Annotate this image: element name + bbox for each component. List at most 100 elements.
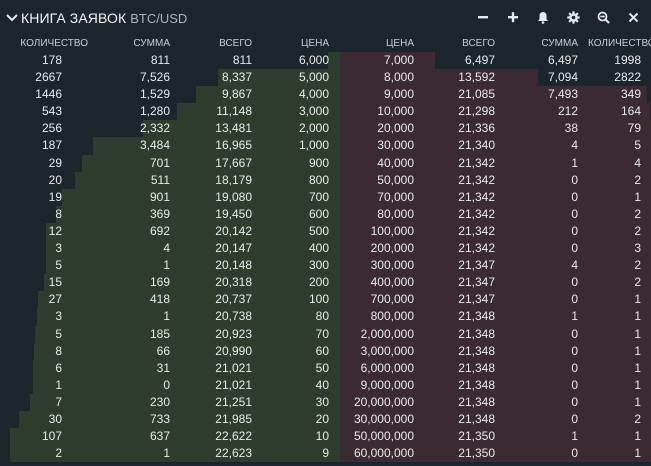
ask-qty-cell: 1998 (614, 53, 641, 67)
bid-depth-bar (328, 52, 340, 70)
order-row[interactable]: 8 66 20,990 60 3,000,000 21,348 0 1 (0, 342, 651, 360)
order-row[interactable]: 2 1 22,623 9 60,000,000 21,350 0 1 (0, 445, 651, 463)
bid-sum-cell: 811 (150, 53, 170, 67)
ask-sum-cell: 4 (571, 258, 578, 273)
bid-qty-cell: 187 (41, 138, 62, 153)
bid-price-cell: 400 (308, 241, 329, 256)
ask-total-cell: 21,348 (458, 360, 495, 375)
ask-total-cell: 21,342 (458, 206, 495, 221)
bid-total-cell: 19,080 (215, 189, 252, 204)
order-row[interactable]: 5 185 20,923 70 2,000,000 21,348 0 1 (0, 325, 651, 343)
ask-qty-cell: 1 (634, 360, 641, 375)
order-row[interactable]: 256 2,332 13,481 2,000 20,000 21,336 38 79 (0, 120, 651, 138)
order-row[interactable]: 543 1,280 11,148 3,000 10,000 21,298 212 164 (0, 103, 651, 121)
bid-qty-cell: 107 (41, 429, 62, 444)
ask-price-cell: 400,000 (370, 275, 414, 290)
ask-qty-cell: 1 (634, 309, 641, 324)
bid-sum-cell: 692 (149, 223, 170, 238)
order-row[interactable]: 178 811 811 6,000 7,000 6,497 6,497 1998 (0, 52, 651, 70)
order-row[interactable]: 3 1 20,738 80 800,000 21,348 1 1 (0, 308, 651, 326)
bid-total-cell: 20,147 (215, 241, 252, 256)
ask-sum-cell: 0 (571, 189, 578, 204)
bid-price-cell: 300 (308, 258, 329, 273)
close-icon[interactable] (625, 9, 641, 25)
plus-icon[interactable] (505, 9, 521, 25)
ask-price-cell: 2,000,000 (360, 326, 414, 341)
order-rows: 178 811 811 6,000 7,000 6,497 6,497 1998 2667 7,5… (0, 52, 651, 463)
ask-sum-cell: 1 (571, 429, 578, 444)
ask-qty-cell: 1 (634, 343, 641, 358)
ask-price-cell: 20,000,000 (353, 394, 414, 409)
bid-qty-cell: 6 (55, 360, 62, 375)
bid-price-cell: 800 (308, 172, 329, 187)
order-row[interactable]: 12 692 20,142 500 100,000 21,342 0 2 (0, 222, 651, 241)
bid-total-cell: 19,450 (215, 206, 252, 221)
order-row[interactable]: 8 369 19,450 600 80,000 21,342 0 2 (0, 205, 651, 223)
ask-price-cell: 10,000 (377, 104, 414, 119)
order-row[interactable]: 187 3,484 16,965 1,000 30,000 21,340 4 5 (0, 137, 651, 155)
order-row[interactable]: 20 511 18,179 800 50,000 21,342 0 2 (0, 171, 651, 189)
collapse-chevron-icon[interactable] (6, 12, 18, 24)
ask-total-cell: 21,340 (458, 138, 495, 153)
order-row[interactable]: 15 169 20,318 200 400,000 21,347 0 2 (0, 274, 651, 292)
order-row[interactable]: 5 1 20,148 300 300,000 21,347 4 2 (0, 257, 651, 275)
bid-total-cell: 22,623 (215, 446, 252, 461)
bid-sum-cell: 1,280 (139, 104, 170, 119)
ask-total-cell: 21,347 (458, 292, 495, 307)
bid-price-cell: 6,000 (298, 53, 329, 67)
bid-price-cell: 1,000 (298, 138, 329, 153)
order-row[interactable]: 1446 1,529 9,867 4,000 9,000 21,085 7,493 349 (0, 86, 651, 104)
bid-price-cell: 60 (315, 343, 329, 358)
ask-sum-cell: 212 (557, 104, 578, 119)
ask-price-cell: 700,000 (370, 292, 414, 307)
bid-qty-cell: 27 (48, 292, 62, 307)
ask-price-cell: 40,000 (377, 155, 414, 170)
bid-sum-cell: 733 (149, 411, 170, 426)
gear-icon[interactable] (565, 9, 581, 25)
ask-sum-cell: 0 (571, 446, 578, 461)
ask-sum-cell: 0 (571, 275, 578, 290)
order-row[interactable]: 30 733 21,985 20 30,000,000 21,348 0 2 (0, 410, 651, 429)
ask-total-cell: 21,350 (458, 429, 495, 444)
bid-sum-cell: 230 (149, 394, 170, 409)
toolbar (475, 9, 641, 25)
bid-sum-cell: 4 (163, 241, 170, 256)
order-row[interactable]: 27 418 20,737 100 700,000 21,347 0 1 (0, 291, 651, 309)
ask-total-cell: 21,348 (458, 411, 495, 426)
order-row[interactable]: 29 701 17,667 900 40,000 21,342 1 4 (0, 154, 651, 172)
bid-sum-cell: 511 (150, 172, 170, 187)
zoom-out-icon[interactable] (595, 9, 611, 25)
order-row[interactable]: 107 637 22,622 10 50,000,000 21,350 1 1 (0, 428, 651, 446)
bid-total-cell: 21,985 (215, 411, 252, 426)
ask-qty-cell: 2 (634, 206, 641, 221)
ask-total-cell: 21,347 (458, 258, 495, 273)
bid-total-cell: 11,148 (216, 104, 252, 119)
order-row[interactable]: 7 230 21,251 30 20,000,000 21,348 0 1 (0, 393, 651, 411)
order-row[interactable]: 6 31 21,021 50 6,000,000 21,348 0 1 (0, 359, 651, 377)
bid-price-cell: 70 (315, 326, 329, 341)
ask-sum-cell: 4 (571, 138, 578, 153)
order-row[interactable]: 3 4 20,147 400 200,000 21,342 0 3 (0, 240, 651, 258)
ask-sum-cell: 6,497 (547, 53, 578, 67)
bell-icon[interactable] (535, 9, 551, 25)
bid-price-cell: 9 (322, 446, 329, 461)
minimize-icon[interactable] (475, 9, 491, 25)
col-ask-qty: КОЛИЧЕСТВО (588, 38, 651, 49)
order-row[interactable]: 1 0 21,021 40 9,000,000 21,348 0 1 (0, 376, 651, 394)
ask-price-cell: 30,000,000 (353, 411, 414, 426)
ask-qty-cell: 1 (634, 446, 641, 461)
bid-sum-cell: 637 (149, 429, 170, 444)
order-row[interactable]: 19 901 19,080 700 70,000 21,342 0 1 (0, 188, 651, 206)
bid-qty-cell: 2 (55, 446, 62, 461)
ask-total-cell: 6,497 (464, 53, 495, 67)
bid-sum-cell: 31 (156, 360, 170, 375)
ask-price-cell: 60,000,000 (353, 446, 414, 461)
bid-price-cell: 4,000 (298, 87, 329, 102)
bid-total-cell: 20,737 (215, 292, 252, 307)
order-row[interactable]: 2667 7,526 8,337 5,000 8,000 13,592 7,094 2822 (0, 69, 651, 87)
ask-price-cell: 200,000 (370, 241, 414, 256)
ask-total-cell: 21,342 (458, 189, 495, 204)
bid-sum-cell: 1,529 (139, 87, 170, 102)
bid-price-cell: 40 (315, 377, 329, 392)
ask-total-cell: 21,348 (458, 377, 495, 392)
